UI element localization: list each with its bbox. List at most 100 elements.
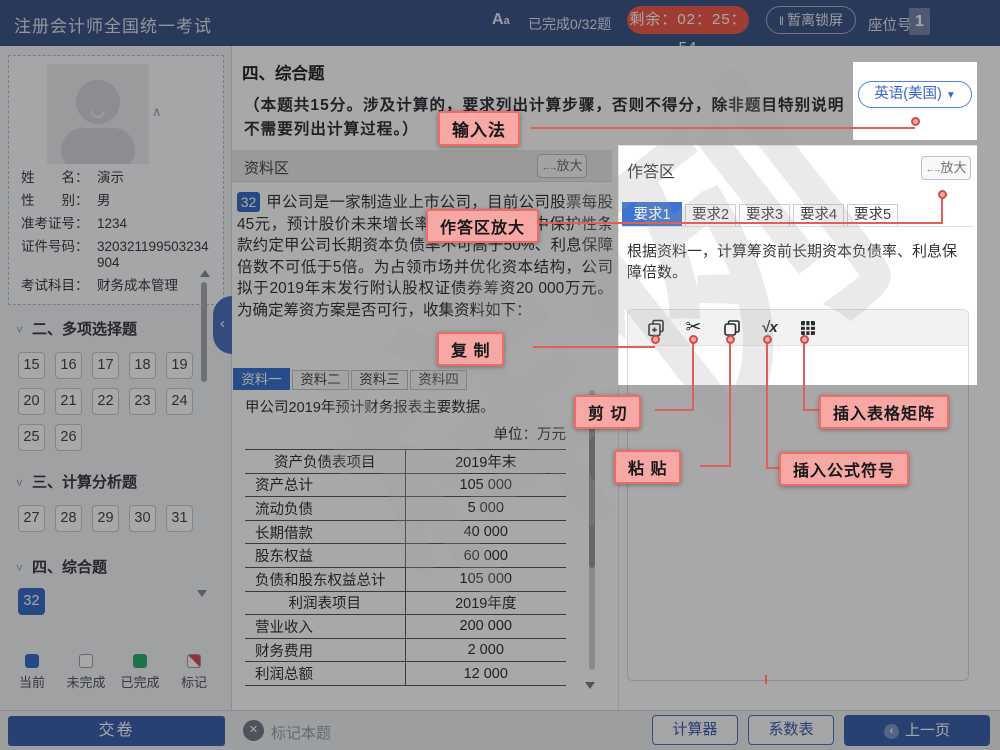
annotation-input-method: 输入法 [438, 111, 520, 146]
connector-line [941, 198, 943, 224]
table-cell-item: 利润表项目 [245, 591, 405, 615]
question-number-17[interactable]: 17 [92, 352, 119, 379]
question-number-22[interactable]: 22 [92, 388, 119, 415]
connector-line [533, 222, 943, 224]
question-number-27[interactable]: 27 [18, 505, 45, 532]
nav-section-label: 二、多项选择题 [32, 321, 137, 338]
question-number-26[interactable]: 26 [55, 424, 82, 451]
legend-item: 当前 [6, 654, 58, 691]
table-cell-value: 40 000 [405, 520, 566, 544]
connector-dot [938, 190, 947, 199]
question-number-19[interactable]: 19 [166, 352, 193, 379]
table-row: 流动负债5 000 [245, 497, 566, 521]
mark-question-icon[interactable]: ✕ [243, 720, 264, 741]
annotation-answer-zoom: 作答区放大 [426, 209, 539, 243]
question-number-23[interactable]: 23 [129, 388, 156, 415]
exam-app: 注册会计师全国统一考试 Aa 已完成0/32题 剩余：02：25：54 ‖暂离锁… [0, 0, 1000, 750]
question-number-32[interactable]: 32 [18, 588, 45, 615]
nav-section-header[interactable]: ˅三、计算分析题 [16, 471, 137, 492]
material-tab-资料四[interactable]: 资料四 [410, 370, 467, 390]
table-row: 财务费用2 000 [245, 638, 566, 662]
question-number-18[interactable]: 18 [129, 352, 156, 379]
table-cell-value: 105 000 [405, 473, 566, 497]
legend-label: 标记 [181, 672, 207, 691]
question-number-29[interactable]: 29 [92, 505, 119, 532]
red-tick-mark [765, 675, 767, 684]
info-row: 考试科目：财务成本管理 [21, 278, 217, 294]
info-value: 1234 [97, 216, 215, 232]
question-number-badge: 32 [237, 192, 260, 212]
legend-item: 标记 [168, 654, 220, 691]
legend-label: 当前 [19, 672, 45, 691]
material-tab-资料三[interactable]: 资料三 [351, 370, 408, 390]
table-row: 长期借款40 000 [245, 520, 566, 544]
app-title: 注册会计师全国统一考试 [14, 12, 212, 37]
material-tab-资料一[interactable]: 资料一 [233, 368, 290, 390]
previous-page-button[interactable]: ‹上一页 [844, 715, 990, 746]
info-label: 性 别： [21, 193, 97, 209]
table-grid-icon[interactable] [797, 317, 818, 338]
info-value: 320321199503234904 [97, 239, 215, 271]
nav-section-header[interactable]: ˅四、综合题 [16, 556, 107, 577]
connector-dot [689, 335, 698, 344]
nav-section-header[interactable]: ˅二、多项选择题 [16, 318, 137, 339]
material-tab-资料二[interactable]: 资料二 [292, 370, 349, 390]
annotation-copy: 复 制 [437, 332, 504, 366]
mark-question-label[interactable]: 标记本题 [271, 722, 331, 743]
question-number-24[interactable]: 24 [166, 388, 193, 415]
question-number-row: 32 [18, 588, 45, 615]
material-scroll-down-icon[interactable] [585, 682, 595, 689]
question-number-31[interactable]: 31 [166, 505, 193, 532]
question-number-30[interactable]: 30 [129, 505, 156, 532]
chevron-down-icon: ▼ [946, 90, 956, 101]
answer-zoom-button[interactable]: ←→放大 [921, 156, 971, 180]
status-legend: 当前未完成已完成标记 [6, 654, 220, 691]
done-swatch [133, 654, 147, 668]
table-cell-item: 流动负债 [245, 497, 405, 521]
annotation-insert-formula: 插入公式符号 [779, 452, 909, 486]
font-size-icon[interactable]: Aa [492, 11, 510, 29]
question-number-row: 15 16 17 18 19 [18, 352, 193, 379]
table-cell-item: 营业收入 [245, 615, 405, 639]
answer-editor[interactable]: ✂√x [627, 309, 969, 681]
resize-arrows-icon: ←→ [541, 162, 555, 172]
table-row: 营业收入200 000 [245, 615, 566, 639]
current-swatch [25, 654, 39, 668]
connector-line [803, 343, 805, 411]
collapse-caret-icon[interactable]: ∧ [152, 104, 162, 120]
coefficient-table-button[interactable]: 系数表 [748, 715, 834, 745]
seat-label: 座位号 [868, 14, 912, 35]
connector-line [531, 127, 915, 129]
input-language-dropdown[interactable]: 英语(美国)▼ [858, 81, 972, 108]
table-cell-value: 2019年度 [405, 591, 566, 615]
connector-dot [651, 335, 660, 344]
table-cell-item: 利润总额 [245, 662, 405, 686]
nav-scrollbar-thumb[interactable] [201, 282, 207, 382]
material-zoom-button[interactable]: ←→放大 [537, 154, 587, 178]
nav-scroll-up-icon[interactable] [200, 270, 210, 277]
resize-arrows-icon: ←→ [925, 164, 939, 174]
calculator-button[interactable]: 计算器 [652, 715, 738, 745]
question-number-25[interactable]: 25 [18, 424, 45, 451]
nav-section-label: 四、综合题 [32, 559, 107, 576]
legend-label: 已完成 [120, 672, 159, 691]
sidebar-scroll-down-icon[interactable] [197, 590, 207, 597]
table-cell-item: 财务费用 [245, 638, 405, 662]
bottom-bar: 交卷 ✕ 标记本题 计算器 系数表 ‹上一页 [0, 710, 1000, 750]
question-number-21[interactable]: 21 [55, 388, 82, 415]
question-number-15[interactable]: 15 [18, 352, 45, 379]
connector-line [729, 343, 731, 467]
submit-exam-button[interactable]: 交卷 [8, 716, 225, 746]
pause-lock-button[interactable]: ‖暂离锁屏 [766, 6, 856, 34]
sidebar-collapse-handle[interactable]: ‹ [213, 296, 232, 354]
table-row: 资产总计105 000 [245, 473, 566, 497]
question-number-28[interactable]: 28 [55, 505, 82, 532]
table-row: 负债和股东权益总计105 000 [245, 567, 566, 591]
info-label: 准考证号： [21, 216, 97, 232]
connector-line [700, 465, 731, 467]
marked-swatch [187, 654, 201, 668]
question-number-20[interactable]: 20 [18, 388, 45, 415]
table-cell-value: 2 000 [405, 638, 566, 662]
table-cell-value: 60 000 [405, 544, 566, 568]
question-number-16[interactable]: 16 [55, 352, 82, 379]
